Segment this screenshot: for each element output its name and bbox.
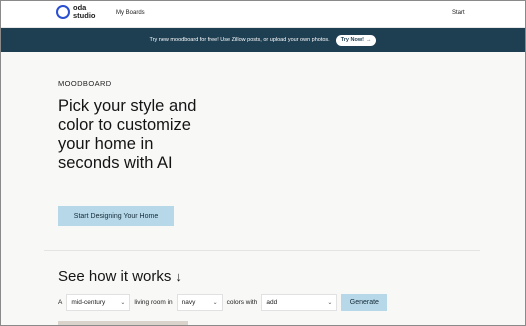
oda-studio-logo[interactable]: oda studio xyxy=(56,4,96,20)
nav-start[interactable]: Start xyxy=(452,10,465,16)
style-select[interactable]: mid-century ⌄ xyxy=(66,294,131,311)
how-it-works-title: See how it works xyxy=(58,268,172,285)
try-now-label: Try Now! xyxy=(340,37,364,43)
section-eyebrow: MOODBOARD xyxy=(58,79,112,88)
color-select-value: navy xyxy=(181,299,196,306)
banner-text: Try new moodboard for free! Use Zillow p… xyxy=(149,37,330,43)
config-word-with: colors with xyxy=(226,299,258,306)
logo-wordmark: oda studio xyxy=(73,4,96,20)
nav-my-boards[interactable]: My Boards xyxy=(116,10,145,16)
hero-headline: Pick your style and color to customize y… xyxy=(58,97,197,172)
style-select-value: mid-century xyxy=(71,299,106,306)
arrow-down-icon: ↓ xyxy=(175,269,182,284)
section-divider xyxy=(44,250,480,251)
chevron-down-icon: ⌄ xyxy=(212,300,218,306)
config-word-room: living room in xyxy=(134,299,173,306)
promo-banner: Try new moodboard for free! Use Zillow p… xyxy=(0,28,526,52)
generate-button[interactable]: Generate xyxy=(341,294,388,311)
how-it-works-heading: See how it works ↓ xyxy=(58,268,182,285)
add-select[interactable]: add ⌄ xyxy=(261,294,338,311)
add-select-value: add xyxy=(266,299,278,306)
arrow-right-icon: → xyxy=(365,37,372,43)
config-word-a: A xyxy=(58,299,63,306)
chevron-down-icon: ⌄ xyxy=(327,300,333,306)
chevron-down-icon: ⌄ xyxy=(120,300,126,306)
color-select[interactable]: navy ⌄ xyxy=(176,294,223,311)
logo-circle-icon xyxy=(56,5,70,19)
preview-image xyxy=(58,321,188,326)
try-now-button[interactable]: Try Now! → xyxy=(335,34,377,46)
start-designing-button[interactable]: Start Designing Your Home xyxy=(58,206,174,226)
logo-line-2: studio xyxy=(73,11,96,20)
design-configurator: A mid-century ⌄ living room in navy ⌄ co… xyxy=(58,294,388,311)
top-navbar: oda studio My Boards Start xyxy=(0,0,526,28)
